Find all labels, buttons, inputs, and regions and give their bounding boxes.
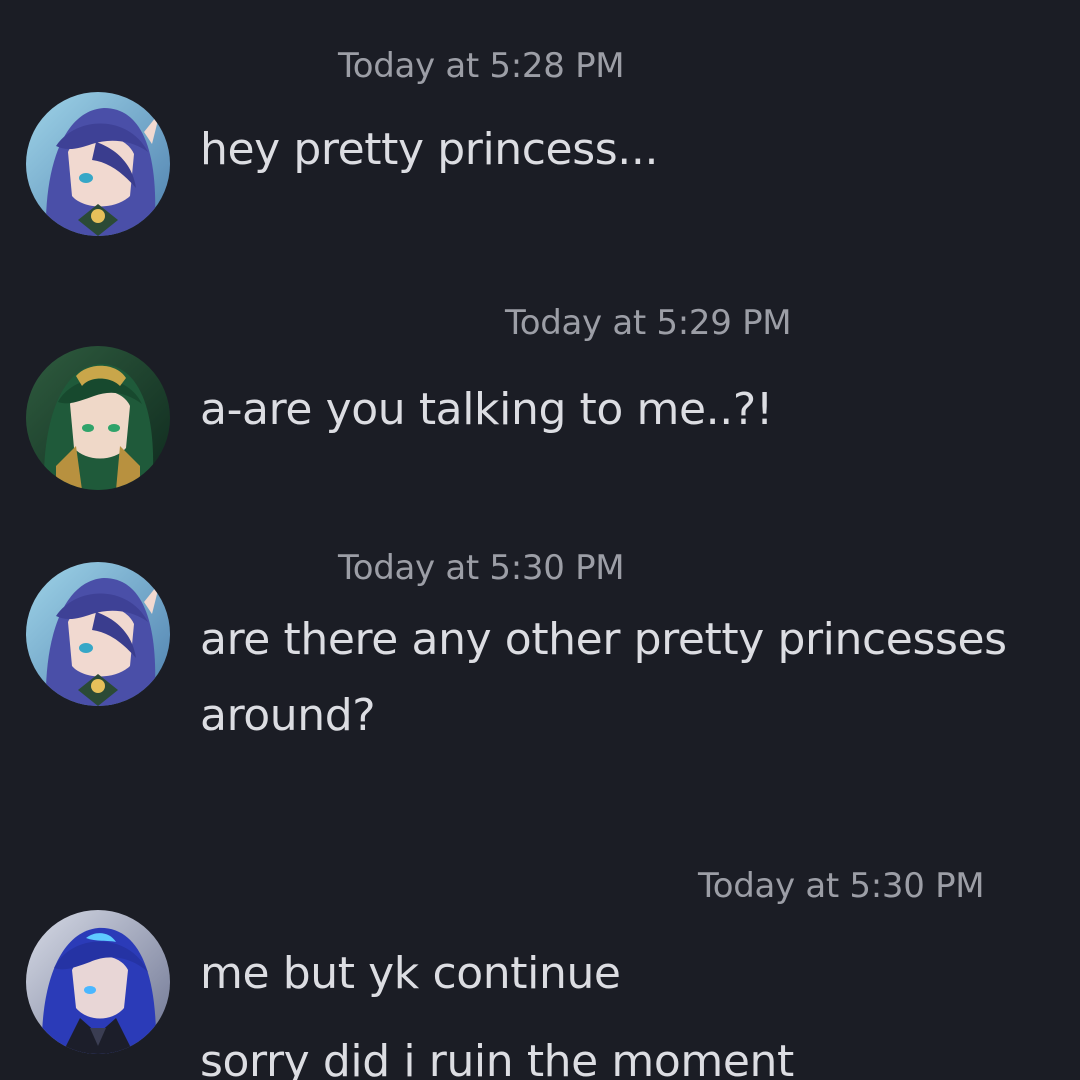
message-text: hey pretty princess... (200, 124, 659, 175)
avatar-purple-hair-icon[interactable] (26, 92, 170, 236)
message-timestamp: Today at 5:30 PM (698, 866, 985, 906)
avatar-green-hair-icon[interactable] (26, 346, 170, 490)
message-timestamp: Today at 5:29 PM (505, 303, 792, 343)
avatar-purple-hair-icon[interactable] (26, 562, 170, 706)
message-timestamp: Today at 5:28 PM (338, 46, 625, 86)
message-text: a-are you talking to me..?! (200, 384, 774, 435)
message-text: me but yk continue (200, 948, 621, 999)
avatar-blue-hair-icon[interactable] (26, 910, 170, 1054)
message-text: sorry did i ruin the moment (200, 1036, 794, 1080)
message-timestamp: Today at 5:30 PM (338, 548, 625, 588)
chat-log: Today at 5:28 PM hey pretty princess... … (0, 0, 1080, 1080)
message-text: are there any other pretty princesses (200, 614, 1007, 665)
message-text: around? (200, 690, 376, 741)
